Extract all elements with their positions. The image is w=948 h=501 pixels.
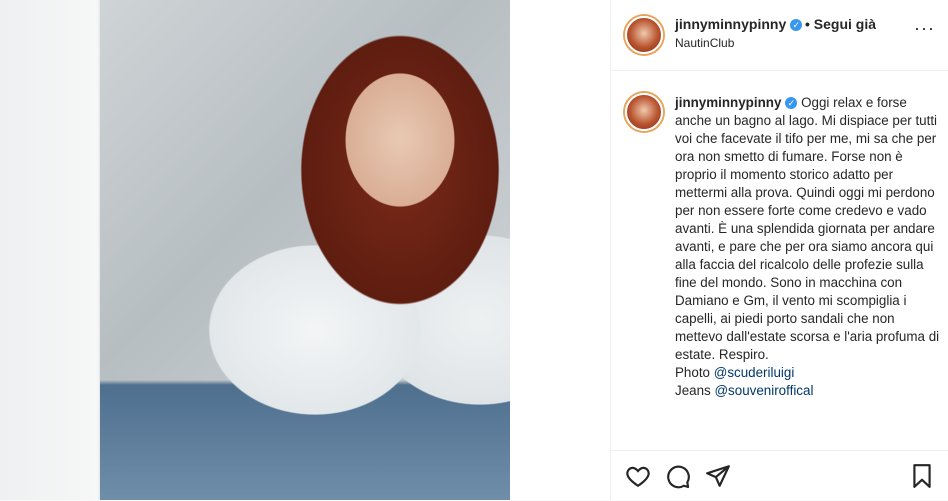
post-photo[interactable] — [100, 0, 510, 500]
post-header: jinnyminnypinny ✓ • Segui già NautinClub … — [611, 0, 948, 71]
username-link[interactable]: jinnyminnypinny ✓ — [675, 16, 803, 32]
more-options-icon[interactable]: ··· — [914, 18, 935, 39]
bookmark-icon[interactable] — [909, 463, 935, 489]
post-photo-panel — [0, 0, 610, 500]
caption-text: jinnyminnypinny ✓ Oggi relax e forse anch… — [675, 94, 940, 400]
send-icon[interactable] — [705, 463, 731, 489]
photo-credit-label: Photo — [675, 365, 710, 380]
location-link[interactable]: NautinClub — [675, 36, 734, 50]
heart-icon[interactable] — [625, 463, 651, 489]
caption-username[interactable]: jinnyminnypinny — [675, 95, 781, 110]
username-text[interactable]: jinnyminnypinny — [675, 16, 786, 32]
jeans-credit-label: Jeans — [675, 383, 711, 398]
caption-verified-icon: ✓ — [785, 97, 798, 109]
verified-icon: ✓ — [790, 19, 803, 31]
follow-status-button[interactable]: • Segui già — [805, 16, 876, 32]
post-actions-bar — [611, 450, 948, 501]
post-side-panel: jinnyminnypinny ✓ • Segui già NautinClub … — [610, 0, 948, 500]
photo-credit-mention[interactable]: @scuderiluigi — [714, 365, 795, 380]
caption-body: Oggi relax e forse anche un bagno al lag… — [675, 95, 940, 362]
jeans-credit-mention[interactable]: @souveniroffical — [714, 383, 813, 398]
avatar[interactable] — [625, 16, 663, 54]
comment-icon[interactable] — [665, 463, 691, 489]
caption-avatar[interactable] — [625, 93, 663, 131]
